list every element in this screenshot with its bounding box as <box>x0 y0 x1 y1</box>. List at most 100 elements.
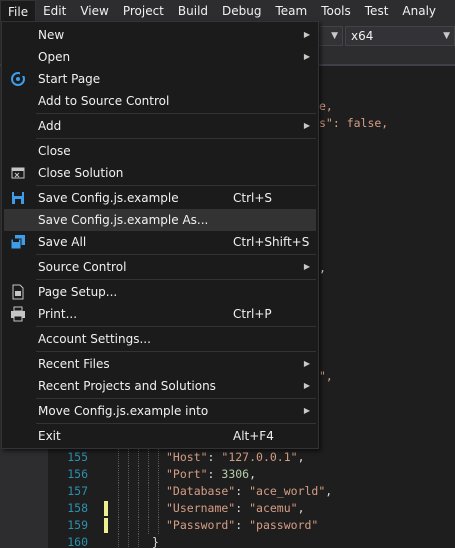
json-value: "acemu" <box>249 501 298 515</box>
menu-item-add[interactable]: Add ▶ <box>4 115 316 137</box>
json-comma: , <box>325 484 333 498</box>
menu-item-recent-projects[interactable]: Recent Projects and Solutions ▶ <box>4 375 316 397</box>
save-icon <box>12 192 24 204</box>
menu-item-exit[interactable]: Exit Alt+F4 <box>4 425 316 447</box>
menu-item-label: Source Control <box>38 260 127 274</box>
menu-build[interactable]: Build <box>171 0 215 22</box>
menu-edit[interactable]: Edit <box>36 0 73 22</box>
menu-separator <box>36 279 316 280</box>
menu-separator <box>36 351 316 352</box>
json-key: "Host" <box>166 450 208 464</box>
menu-tools[interactable]: Tools <box>314 0 358 22</box>
menu-item-save-as[interactable]: Save Config.js.example As... <box>4 209 316 231</box>
platform-combo[interactable]: x64 ▼ <box>345 26 455 46</box>
indent-guide <box>128 449 129 466</box>
json-colon: : <box>235 484 250 498</box>
menu-item-account-settings[interactable]: Account Settings... <box>4 328 316 350</box>
json-value: 3306 <box>221 467 250 481</box>
menu-item-label: Add to Source Control <box>38 94 170 108</box>
menu-item-source-control[interactable]: Source Control ▶ <box>4 256 316 278</box>
menu-item-shortcut: Alt+F4 <box>233 429 274 443</box>
menu-view[interactable]: View <box>73 0 115 22</box>
code-text: "Port": 3306, <box>166 466 256 483</box>
menu-item-page-setup[interactable]: Page Setup... <box>4 281 316 303</box>
menu-item-label: New <box>38 28 65 42</box>
menu-item-recent-files[interactable]: Recent Files ▶ <box>4 353 316 375</box>
indent-guide <box>118 449 119 466</box>
json-key: "Database" <box>166 484 236 498</box>
indent-guide <box>158 466 159 483</box>
code-fragment: e, <box>319 98 333 115</box>
menu-item-label: Save Config.js.example <box>38 191 179 205</box>
change-marker <box>104 501 108 516</box>
submenu-arrow-icon: ▶ <box>303 30 310 39</box>
submenu-arrow-icon: ▶ <box>303 262 310 271</box>
menu-separator <box>36 326 316 327</box>
menu-item-close-solution[interactable]: Close Solution <box>4 162 316 184</box>
code-fragment-text: ", <box>319 369 333 383</box>
indent-guide <box>118 534 119 548</box>
indent-guide <box>148 466 149 483</box>
menu-item-print[interactable]: Print... Ctrl+P <box>4 303 316 325</box>
code-line: 155 "Host": "127.0.0.1", <box>56 449 455 466</box>
menu-file[interactable]: File <box>0 0 37 22</box>
menu-item-save[interactable]: Save Config.js.example Ctrl+S <box>4 187 316 209</box>
indent-guide <box>148 500 149 517</box>
json-colon: : <box>235 501 250 515</box>
json-comma: , <box>249 467 257 481</box>
menu-item-label: Open <box>38 50 71 64</box>
menu-item-save-all[interactable]: Save All Ctrl+Shift+S <box>4 231 316 253</box>
json-key: "Port" <box>166 467 208 481</box>
submenu-arrow-icon: ▶ <box>303 359 310 368</box>
code-line: 159 "Password": "password" <box>56 517 455 534</box>
menu-separator <box>36 398 316 399</box>
code-text: "Database": "ace_world", <box>166 483 332 500</box>
json-value: "ace_world" <box>249 484 326 498</box>
menu-debug[interactable]: Debug <box>215 0 268 22</box>
json-colon: : <box>207 467 222 481</box>
code-text: "Username": "acemu", <box>166 500 305 517</box>
menu-item-label: Add <box>38 119 62 133</box>
indent-guide <box>138 449 139 466</box>
platform-combo-value: x64 <box>351 29 374 43</box>
code-text: "Password": "password" <box>166 517 318 534</box>
indent-guide <box>148 449 149 466</box>
indent-guide <box>148 517 149 534</box>
menu-team[interactable]: Team <box>268 0 314 22</box>
code-fragment-text: e, <box>319 99 333 113</box>
menu-separator <box>36 113 316 114</box>
menu-project[interactable]: Project <box>116 0 171 22</box>
indent-guide <box>138 500 139 517</box>
menu-item-shortcut: Ctrl+Shift+S <box>233 235 310 249</box>
menu-item-open[interactable]: Open ▶ <box>4 46 316 68</box>
submenu-arrow-icon: ▶ <box>303 381 310 390</box>
menu-item-add-to-source-control[interactable]: Add to Source Control <box>4 90 316 112</box>
menu-item-label: Start Page <box>38 72 101 86</box>
menu-item-label: Close <box>38 144 71 158</box>
menu-item-label: Page Setup... <box>38 285 118 299</box>
menu-item-label: Close Solution <box>38 166 124 180</box>
json-value: "password" <box>249 518 319 532</box>
json-colon: : <box>207 450 222 464</box>
menu-separator <box>36 138 316 139</box>
menu-item-new[interactable]: New ▶ <box>4 24 316 46</box>
menu-analyze[interactable]: Analy <box>395 0 443 22</box>
json-comma: , <box>297 501 305 515</box>
file-menu-dropdown: New ▶ Open ▶ Start Page Add to Source Co… <box>1 21 319 449</box>
closing-brace: } <box>152 535 159 548</box>
menu-item-start-page[interactable]: Start Page <box>4 68 316 90</box>
indent-guide <box>118 517 119 534</box>
menu-item-close[interactable]: Close <box>4 140 316 162</box>
menu-item-move-into[interactable]: Move Config.js.example into ▶ <box>4 400 316 422</box>
line-number: 158 <box>67 501 88 515</box>
menu-item-label: Exit <box>38 429 61 443</box>
configuration-combo[interactable]: ▼ <box>318 26 343 46</box>
indent-guide <box>128 517 129 534</box>
indent-guide <box>158 500 159 517</box>
json-colon: : <box>235 518 250 532</box>
menu-test[interactable]: Test <box>358 0 396 22</box>
submenu-arrow-icon: ▶ <box>303 121 310 130</box>
menu-separator <box>36 254 316 255</box>
code-fragment-text: , <box>319 261 326 275</box>
save-all-icon <box>10 235 25 250</box>
